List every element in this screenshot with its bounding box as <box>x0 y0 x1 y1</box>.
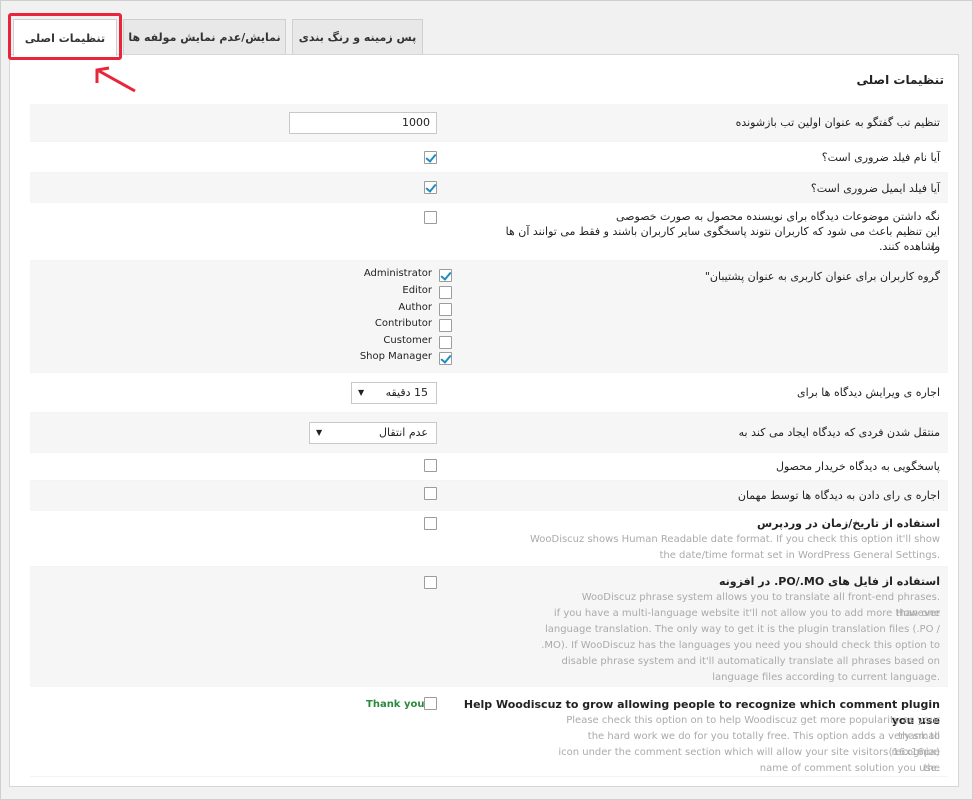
row-support-roles: گروه کاربران برای عنوان کاربری به عنوان … <box>30 261 948 373</box>
role-label: Editor <box>402 285 432 296</box>
tab-bar: تنظیمات اصلی نمایش/عدم نمایش مولفه ها پس… <box>11 19 962 56</box>
role-customer-checkbox[interactable] <box>439 336 452 349</box>
row-wp-date: استفاده از تاریخ/زمان در وردپرس WooDiscu… <box>30 511 948 567</box>
role-label: Contributor <box>374 318 432 329</box>
private-topics-line3: مشاهده کنند. <box>878 240 940 253</box>
role-contributor[interactable]: Contributor <box>342 317 452 333</box>
help-grow-checkbox[interactable] <box>424 697 437 710</box>
tab-background-colors[interactable]: پس زمینه و رنگ بندی <box>292 19 423 54</box>
redirect-label: منتقل شدن فردی که دیدگاه ایجاد می کند به <box>738 426 940 439</box>
edit-time-value: 15 دقیقه <box>385 386 428 399</box>
tab-label: نمایش/عدم نمایش مولفه ها <box>128 30 281 44</box>
tab-label: تنظیمات اصلی <box>24 31 106 45</box>
guest-vote-label: اجاره ی رای دادن به دیدگاه ها توسط مهمان <box>737 489 940 502</box>
email-required-label: آیا فیلد ایمیل ضروری است؟ <box>810 182 940 195</box>
redirect-value: عدم انتقال <box>379 426 428 439</box>
first-tab-label: تنظیم تب گفتگو به عنوان اولین تب بازشوند… <box>735 116 940 129</box>
wp-date-desc-1: WooDiscuz shows Human Readable date form… <box>529 534 940 545</box>
private-topics-line1: نگه داشتن موضوعات دیدگاه برای نویسنده مح… <box>616 210 940 223</box>
po-mo-label: استفاده از فایل های PO/.MO. در افزونه <box>718 575 940 588</box>
row-buyer-reply: پاسخگویی به دیدگاه خریدار محصول <box>30 453 948 481</box>
role-label: Customer <box>383 335 432 346</box>
row-guest-vote: اجاره ی رای دادن به دیدگاه ها توسط مهمان <box>30 481 948 511</box>
po-mo-desc-4: .MO). If WooDiscuz has the languages you… <box>541 640 940 651</box>
row-redirect: منتقل شدن فردی که دیدگاه ایجاد می کند به… <box>30 413 948 453</box>
role-administrator-checkbox[interactable] <box>439 269 452 282</box>
po-mo-desc-5: disable phrase system and it'll automati… <box>561 656 940 667</box>
row-private-topics: نگه داشتن موضوعات دیدگاه برای نویسنده مح… <box>30 203 948 261</box>
po-mo-checkbox[interactable] <box>424 576 437 589</box>
redirect-select[interactable]: عدم انتقال ▼ <box>309 422 437 444</box>
thank-you-text: Thank you! <box>366 699 430 710</box>
private-topics-checkbox[interactable] <box>424 211 437 224</box>
buyer-reply-label: پاسخگویی به دیدگاه خریدار محصول <box>775 460 940 473</box>
role-label: Shop Manager <box>359 351 432 362</box>
po-mo-desc-2: if you have a multi-language website it'… <box>553 608 940 619</box>
tab-display-components[interactable]: نمایش/عدم نمایش مولفه ها <box>123 19 286 54</box>
red-arrow-icon <box>95 66 136 93</box>
role-author[interactable]: Author <box>342 301 452 317</box>
name-required-label: آیا نام فیلد ضروری است؟ <box>821 151 940 164</box>
support-roles-label: گروه کاربران برای عنوان کاربری به عنوان … <box>704 270 940 283</box>
wp-date-checkbox[interactable] <box>424 517 437 530</box>
tab-label: پس زمینه و رنگ بندی <box>298 30 417 44</box>
role-shop-manager-checkbox[interactable] <box>439 352 452 365</box>
role-shop-manager[interactable]: Shop Manager <box>342 350 452 366</box>
settings-window: تنظیمات اصلی نمایش/عدم نمایش مولفه ها پس… <box>0 0 973 800</box>
chevron-down-icon: ▼ <box>358 388 365 397</box>
role-contributor-checkbox[interactable] <box>439 319 452 332</box>
edit-time-label: اجاره ی ویرایش دیدگاه ها برای <box>797 386 940 399</box>
email-required-checkbox[interactable] <box>424 181 437 194</box>
role-label: Administrator <box>363 268 432 279</box>
first-tab-input[interactable]: 1000 <box>289 112 437 134</box>
wp-date-desc-2: the date/time format set in WordPress Ge… <box>659 550 940 561</box>
chevron-down-icon: ▼ <box>316 428 323 437</box>
settings-panel: تنظیمات اصلی تنظیم تب گفتگو به عنوان اول… <box>9 54 959 787</box>
panel-title: تنظیمات اصلی <box>856 73 944 87</box>
row-first-tab: تنظیم تب گفتگو به عنوان اولین تب بازشوند… <box>30 104 948 142</box>
role-editor[interactable]: Editor <box>342 284 452 300</box>
row-po-mo: استفاده از فایل های PO/.MO. در افزونه Wo… <box>30 567 948 687</box>
role-label: Author <box>398 302 432 313</box>
row-email-required: آیا فیلد ایمیل ضروری است؟ <box>30 173 948 203</box>
row-help-grow: Help Woodiscuz to grow allowing people t… <box>30 687 948 777</box>
tab-main-settings[interactable]: تنظیمات اصلی <box>13 19 117 56</box>
edit-time-select[interactable]: 15 دقیقه ▼ <box>351 382 437 404</box>
buyer-reply-checkbox[interactable] <box>424 459 437 472</box>
po-mo-desc-3: language translation. The only way to ge… <box>544 624 940 635</box>
name-required-checkbox[interactable] <box>424 151 437 164</box>
row-name-required: آیا نام فیلد ضروری است؟ <box>30 143 948 173</box>
role-customer[interactable]: Customer <box>342 334 452 350</box>
wp-date-label: استفاده از تاریخ/زمان در وردپرس <box>757 517 940 530</box>
po-mo-desc-6: language files according to current lang… <box>712 672 940 683</box>
help-grow-desc-4: name of comment solution you use. <box>759 763 940 774</box>
role-editor-checkbox[interactable] <box>439 286 452 299</box>
guest-vote-checkbox[interactable] <box>424 487 437 500</box>
role-author-checkbox[interactable] <box>439 303 452 316</box>
role-administrator[interactable]: Administrator <box>342 267 452 283</box>
row-edit-time: اجاره ی ویرایش دیدگاه ها برای 15 دقیقه ▼ <box>30 373 948 413</box>
